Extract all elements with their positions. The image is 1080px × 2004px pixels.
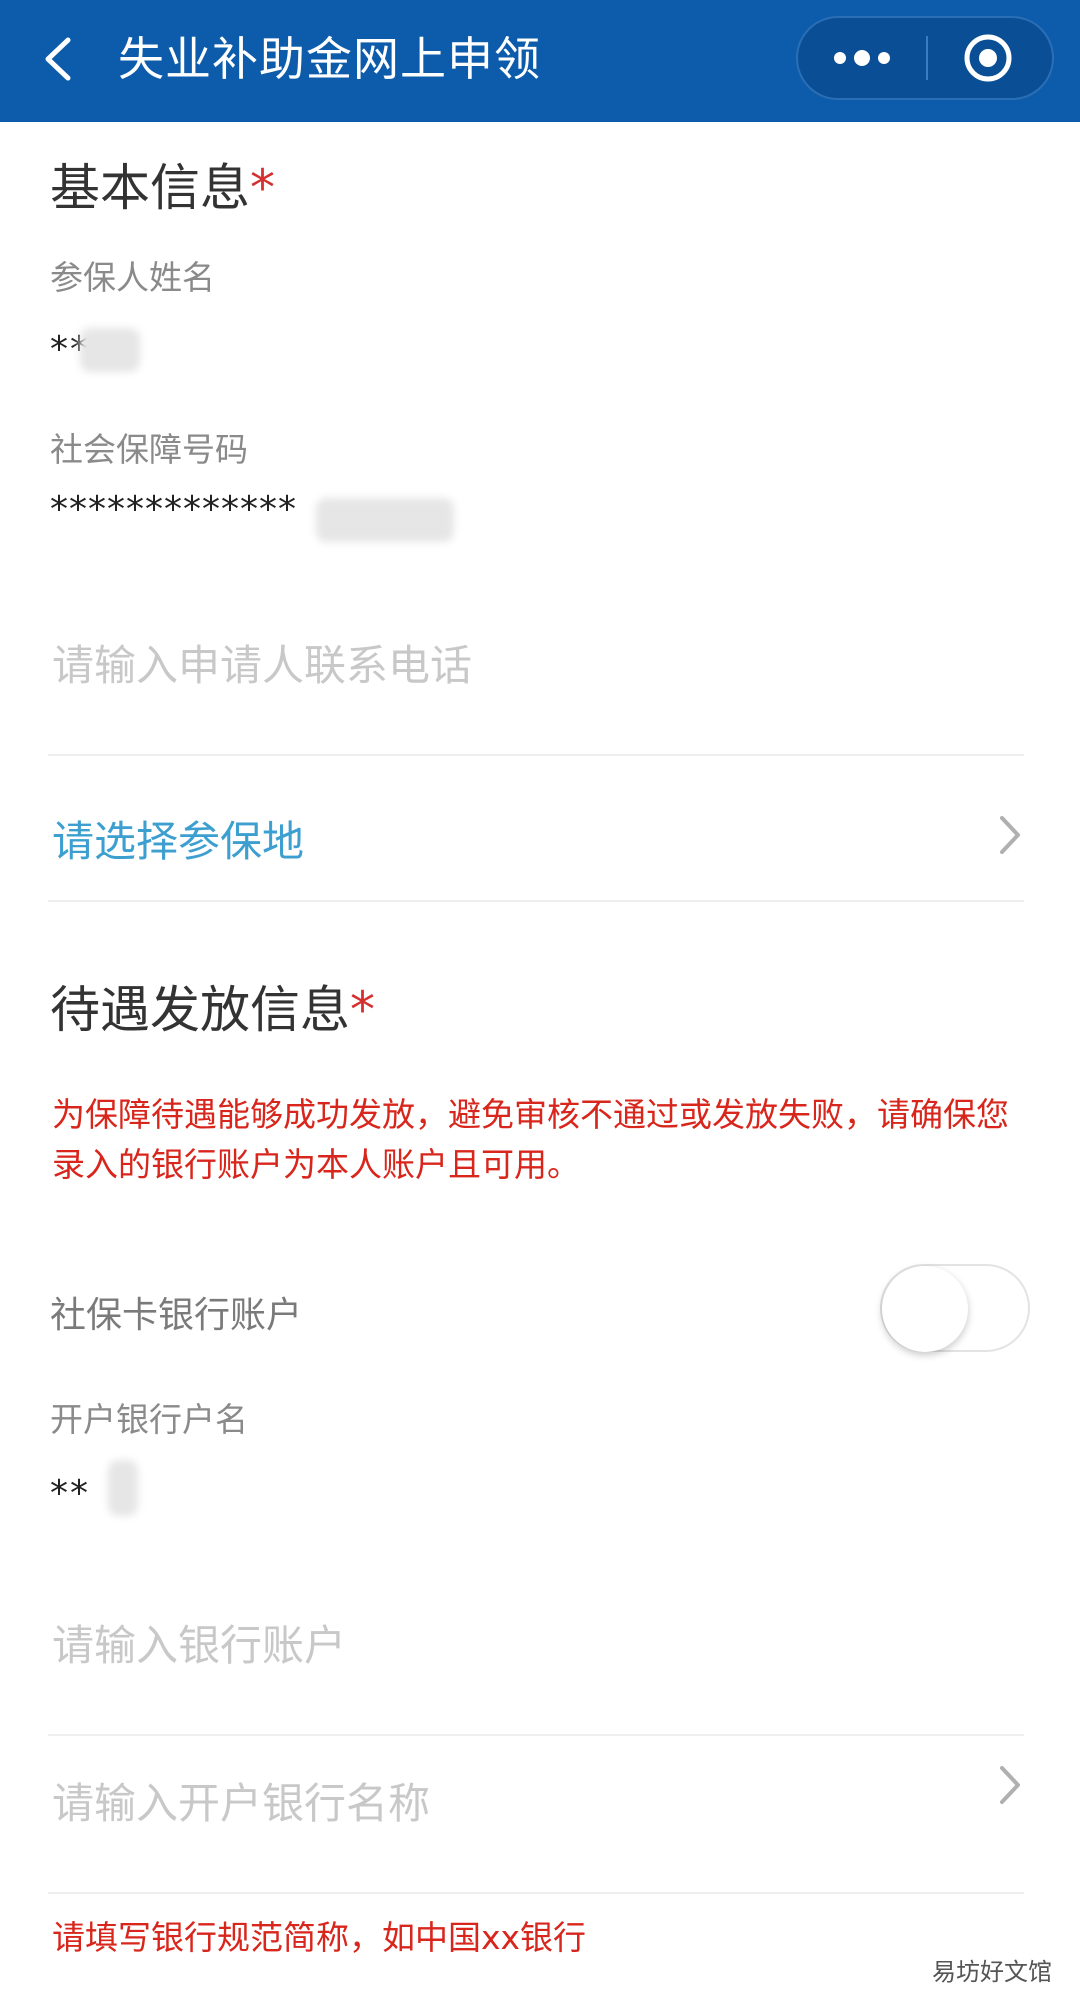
capsule-menu [796, 16, 1054, 100]
bank-account-field[interactable]: 请输入银行账户 [48, 1616, 1024, 1736]
more-dots-icon [834, 50, 890, 66]
region-select[interactable]: 请选择参保地 [48, 812, 1024, 902]
phone-field[interactable]: 请输入申请人联系电话 [48, 636, 1024, 756]
target-close-icon [964, 34, 1012, 82]
bank-name-field[interactable]: 请输入开户银行名称 [48, 1766, 1024, 1894]
payment-warning: 为保障待遇能够成功发放，避免审核不通过或发放失败，请确保您录入的银行账户为本人账… [52, 1095, 1009, 1184]
bank-name-input[interactable]: 请输入开户银行名称 [52, 1774, 430, 1834]
required-mark: * [350, 981, 375, 1039]
nav-bar: 失业补助金网上申领 [0, 0, 1080, 122]
payment-info-heading-text: 待遇发放信息 [50, 981, 350, 1039]
social-security-value: ************* [50, 489, 297, 530]
watermark-text: 易坊好文馆 [928, 1956, 1056, 1988]
social-card-account-toggle[interactable] [880, 1264, 1030, 1352]
bank-name-hint: 请填写银行规范简称，如中国xx银行 [52, 1918, 587, 1957]
redaction-blur [316, 498, 454, 542]
back-button[interactable] [36, 26, 84, 92]
payment-info-heading: 待遇发放信息* [50, 978, 375, 1042]
region-select-label[interactable]: 请选择参保地 [52, 812, 304, 872]
more-button[interactable] [798, 18, 926, 98]
social-security-label: 社会保障号码 [50, 430, 248, 469]
close-miniprogram-button[interactable] [928, 18, 1054, 98]
phone-input[interactable]: 请输入申请人联系电话 [52, 636, 472, 696]
bank-account-input[interactable]: 请输入银行账户 [52, 1616, 346, 1676]
page-title: 失业补助金网上申领 [118, 32, 541, 86]
toggle-knob [882, 1266, 968, 1352]
chevron-left-icon [45, 37, 71, 81]
redaction-blur [108, 1460, 138, 1516]
chevron-right-icon [1000, 816, 1020, 854]
social-card-account-label: 社保卡银行账户 [50, 1295, 303, 1336]
account-name-value: ** [50, 1473, 90, 1514]
basic-info-heading: 基本信息* [50, 156, 275, 220]
redaction-blur [80, 328, 140, 372]
basic-info-heading-text: 基本信息 [50, 159, 250, 217]
required-mark: * [250, 159, 275, 217]
insured-name-label: 参保人姓名 [50, 258, 215, 297]
chevron-right-icon [1000, 1766, 1020, 1804]
account-name-label: 开户银行户名 [50, 1400, 248, 1439]
